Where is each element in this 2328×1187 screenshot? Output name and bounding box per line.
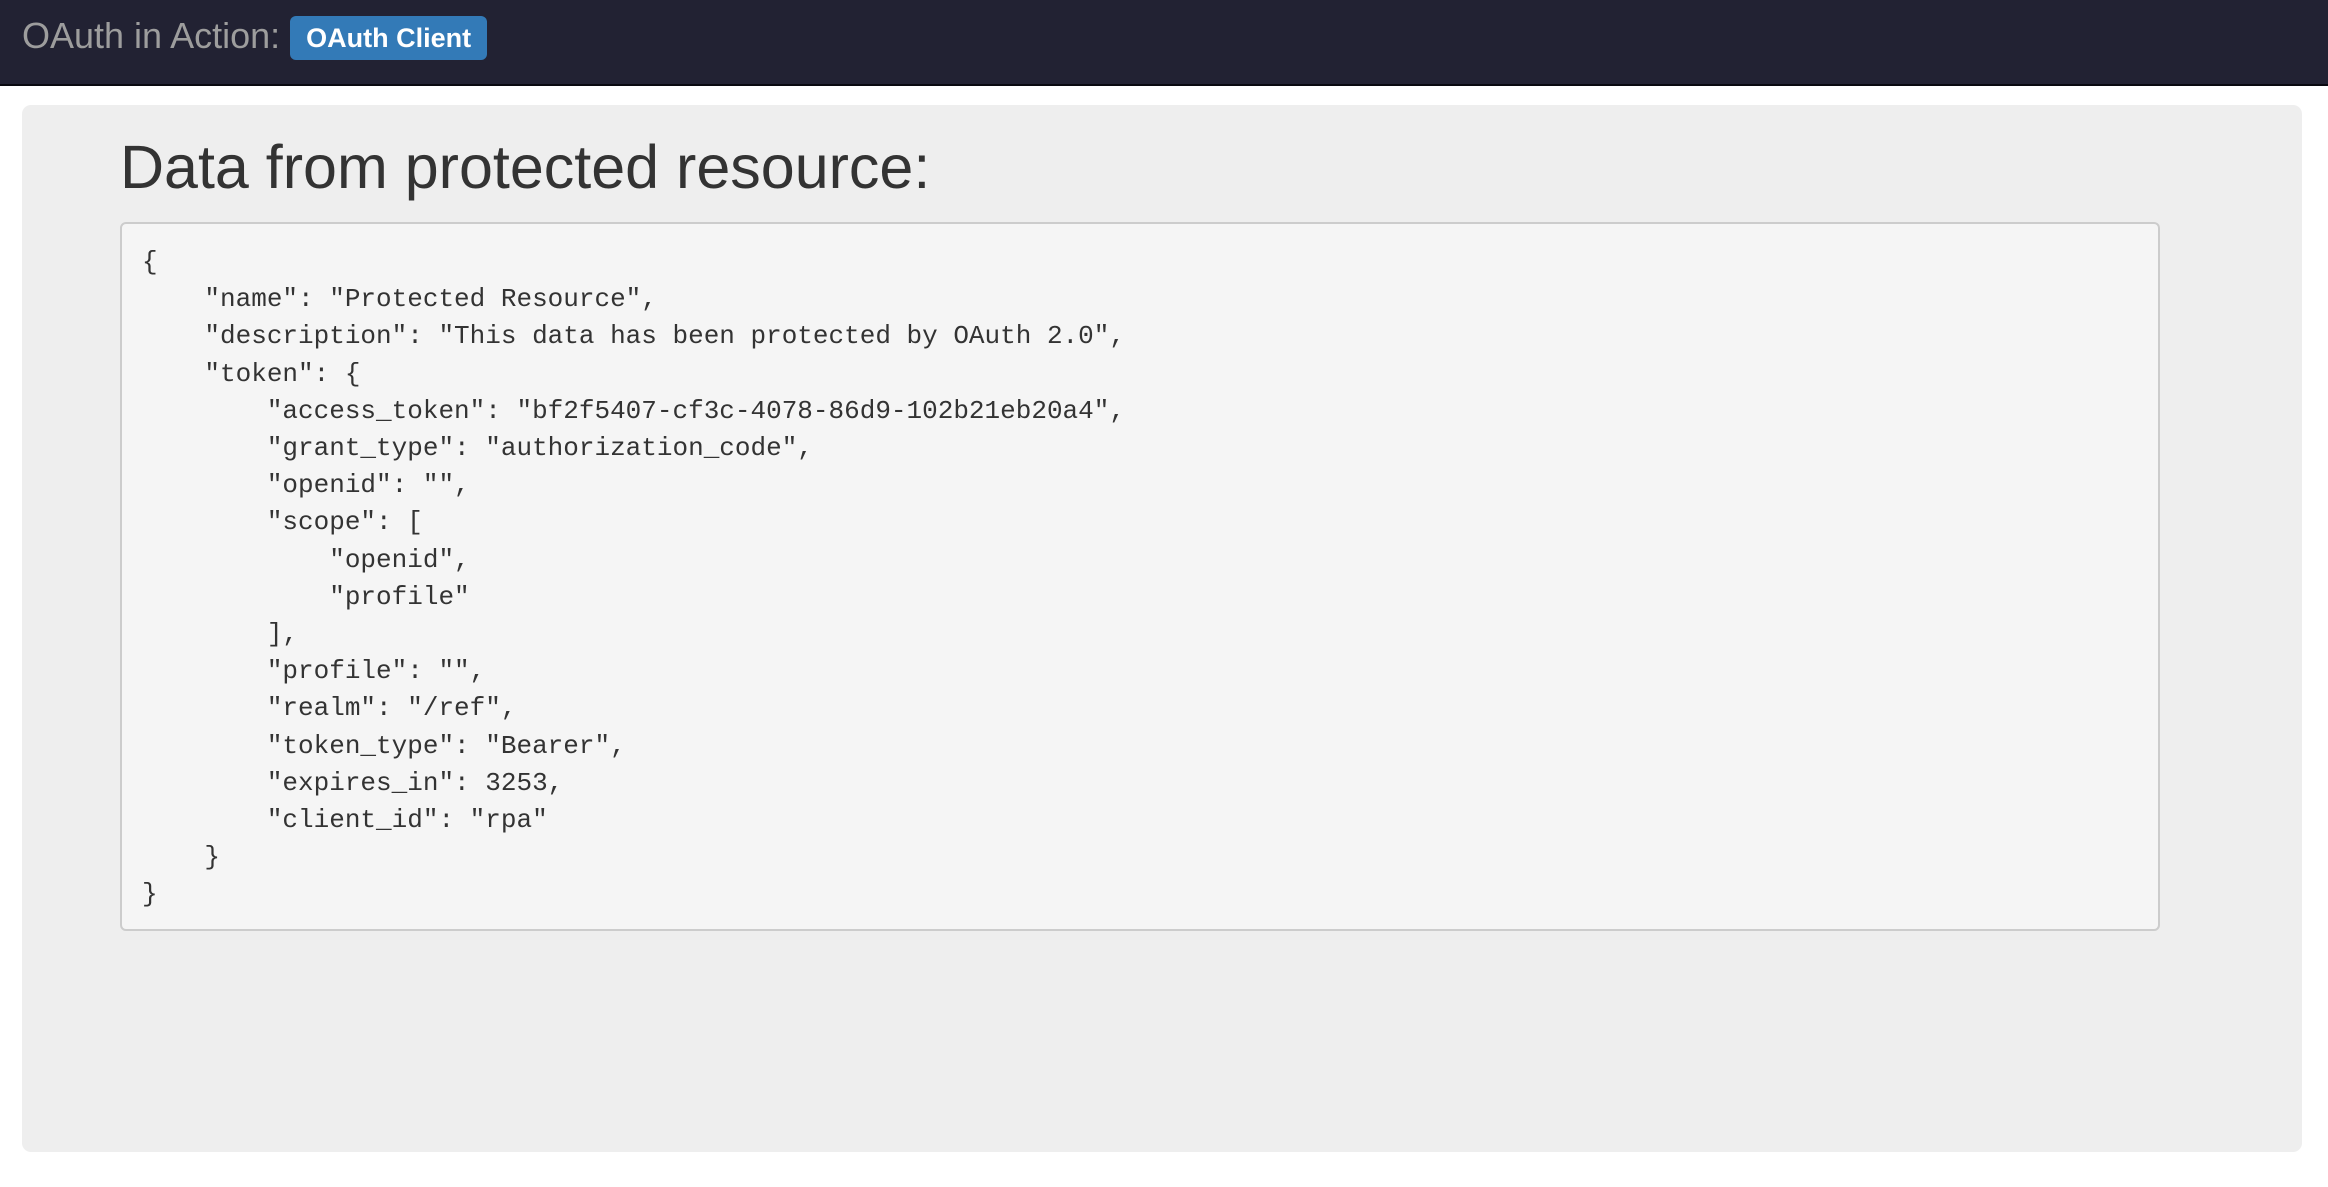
top-navbar: OAuth in Action: OAuth Client bbox=[0, 0, 2328, 86]
page-heading: Data from protected resource: bbox=[120, 133, 931, 201]
navbar-brand[interactable]: OAuth in Action: OAuth Client bbox=[22, 14, 488, 60]
protected-resource-json: { "name": "Protected Resource", "descrip… bbox=[120, 222, 2160, 931]
brand-title: OAuth in Action: bbox=[22, 15, 281, 56]
client-label-badge: OAuth Client bbox=[290, 16, 488, 60]
